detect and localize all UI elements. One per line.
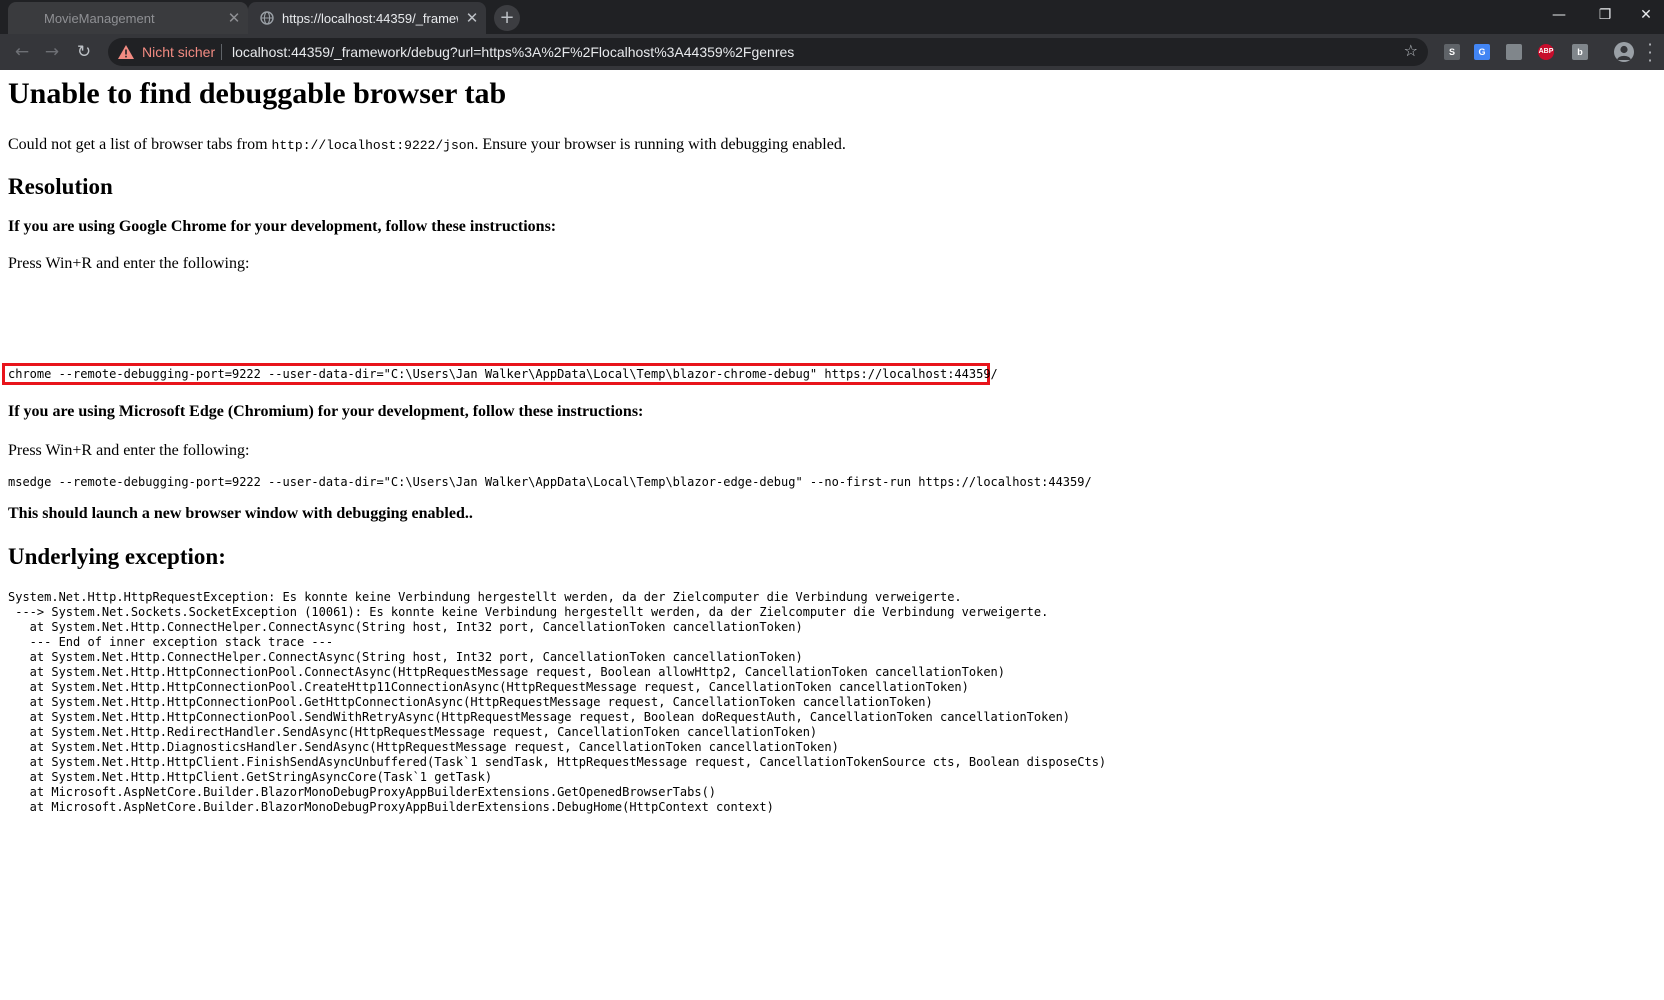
exception-heading: Underlying exception: [8, 544, 226, 569]
security-status[interactable]: Nicht sicher [142, 44, 215, 60]
address-bar[interactable]: Nicht sicher localhost:44359/_framework/… [108, 38, 1428, 66]
launch-note: This should launch a new browser window … [8, 505, 473, 522]
star-icon[interactable]: ☆ [1404, 41, 1418, 60]
close-tab-icon[interactable]: ✕ [220, 9, 248, 27]
forward-button[interactable]: → [40, 40, 64, 64]
back-button[interactable]: ← [10, 40, 34, 64]
edge-instructions-heading: If you are using Microsoft Edge (Chromiu… [8, 403, 644, 420]
extension-grey-icon[interactable] [1506, 44, 1522, 60]
chrome-instructions-heading: If you are using Google Chrome for your … [8, 218, 557, 235]
json-endpoint-code: http://localhost:9222/json [271, 138, 475, 153]
page-content: Unable to find debuggable browser tab Co… [0, 70, 1664, 1000]
person-icon [1617, 45, 1631, 60]
more-menu-icon[interactable]: · · · [1646, 37, 1654, 69]
translate-icon[interactable]: G [1474, 44, 1490, 60]
close-window-button[interactable]: ✕ [1628, 0, 1664, 30]
browser-toolbar: ← → ↻ Nicht sicher localhost:44359/_fram… [0, 34, 1664, 70]
browser-tab-strip: MovieManagement ✕ https://localhost:4435… [0, 0, 1664, 34]
intro-text: Could not get a list of browser tabs fro… [8, 136, 272, 153]
exception-stack-trace: System.Net.Http.HttpRequestException: Es… [8, 590, 1107, 814]
intro-text-end: . Ensure your browser is running with de… [474, 136, 846, 153]
tab-label: MovieManagement [44, 10, 155, 26]
edge-press-text: Press Win+R and enter the following: [8, 442, 250, 459]
adblock-plus-icon[interactable]: ABP [1538, 44, 1554, 60]
extension-puzzle-icon[interactable]: b [1572, 44, 1588, 60]
url-text[interactable]: localhost:44359/_framework/debug?url=htt… [232, 44, 794, 60]
plus-icon: + [499, 7, 515, 28]
page-title: Unable to find debuggable browser tab [8, 77, 507, 110]
tab-debug-page[interactable]: https://localhost:44359/_framewo ✕ [248, 2, 486, 34]
globe-icon [260, 11, 274, 25]
reload-button[interactable]: ↻ [72, 40, 96, 64]
close-tab-icon[interactable]: ✕ [458, 9, 486, 27]
chrome-press-text: Press Win+R and enter the following: [8, 255, 250, 272]
s-extension-icon[interactable]: S [1444, 44, 1460, 60]
intro-paragraph: Could not get a list of browser tabs fro… [8, 136, 846, 154]
divider [221, 44, 222, 60]
edge-command: msedge --remote-debugging-port=9222 --us… [8, 475, 1092, 489]
chrome-command: chrome --remote-debugging-port=9222 --us… [8, 367, 998, 381]
minimize-button[interactable]: — [1536, 0, 1582, 30]
profile-avatar-icon[interactable] [1614, 42, 1634, 62]
warning-icon [118, 45, 134, 59]
resolution-heading: Resolution [8, 174, 113, 199]
tab-moviemanagement[interactable]: MovieManagement ✕ [8, 2, 248, 34]
tab-label: https://localhost:44359/_framewo [282, 10, 458, 26]
new-tab-button[interactable]: + [494, 5, 520, 31]
restore-button[interactable]: ❐ [1582, 0, 1628, 30]
